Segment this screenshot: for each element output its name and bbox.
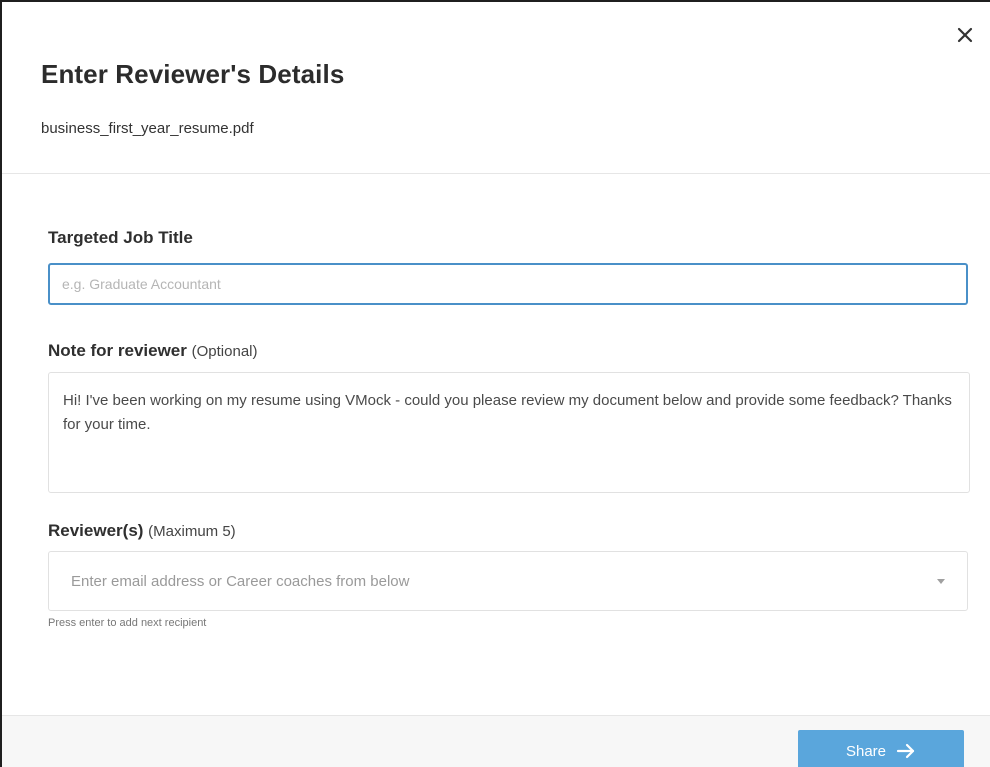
modal-header: Enter Reviewer's Details business_first_… (2, 2, 990, 174)
note-optional-text: (Optional) (191, 343, 258, 360)
reviewers-label: Reviewer(s) (Maximum 5) (48, 521, 236, 541)
arrow-right-icon (896, 743, 915, 759)
share-review-modal: Enter Reviewer's Details business_first_… (0, 0, 990, 767)
share-button[interactable]: Share (798, 730, 964, 767)
reviewers-hint: Press enter to add next recipient (48, 617, 207, 629)
reviewers-placeholder: Enter email address or Career coaches fr… (71, 572, 410, 590)
note-label: Note for reviewer (Optional) (48, 341, 257, 361)
share-button-label: Share (845, 742, 887, 760)
document-filename: business_first_year_resume.pdf (41, 120, 254, 137)
job-title-input[interactable] (48, 263, 968, 305)
close-icon[interactable] (954, 24, 976, 46)
caret-down-icon[interactable] (937, 578, 945, 584)
modal-title: Enter Reviewer's Details (41, 59, 345, 89)
reviewers-max-text: (Maximum 5) (148, 523, 236, 540)
job-title-label: Targeted Job Title (48, 228, 193, 247)
note-textarea[interactable]: Hi! I've been working on my resume using… (48, 372, 970, 493)
reviewers-input[interactable]: Enter email address or Career coaches fr… (48, 551, 968, 611)
note-label-text: Note for reviewer (48, 341, 187, 360)
reviewers-label-text: Reviewer(s) (48, 521, 144, 540)
